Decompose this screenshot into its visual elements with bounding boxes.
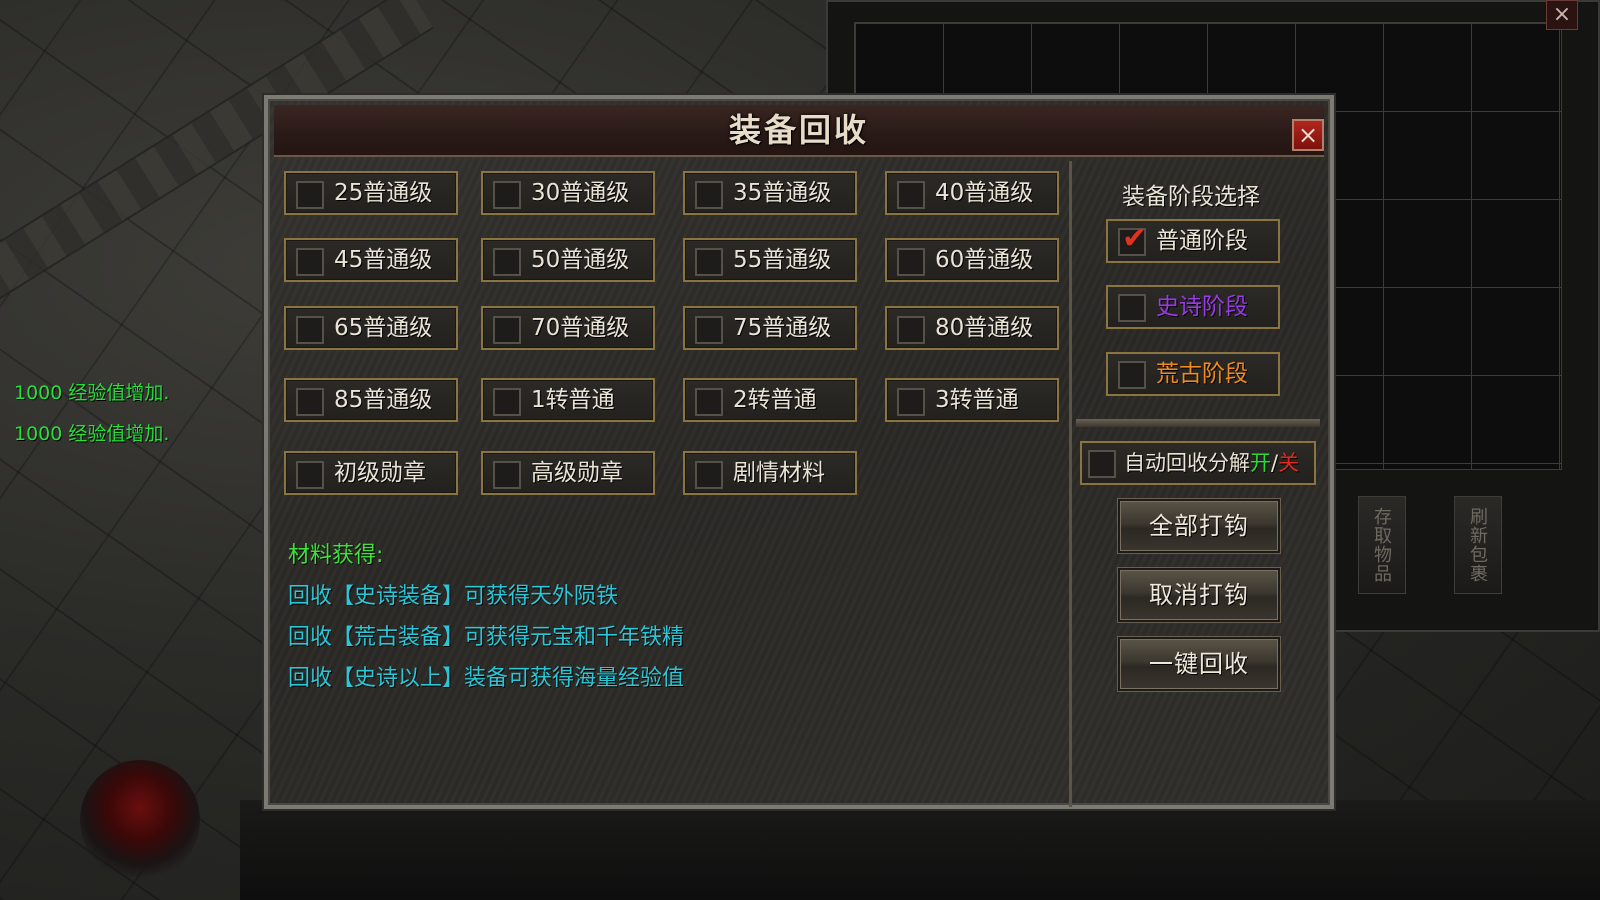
option-label: 75普通级 bbox=[733, 315, 832, 341]
stage-label: 普通阶段 bbox=[1156, 228, 1248, 254]
option-30-normal[interactable]: 30普通级 bbox=[481, 171, 655, 215]
option-label: 65普通级 bbox=[334, 315, 433, 341]
brazier-decoration bbox=[80, 760, 200, 880]
option-25-normal[interactable]: 25普通级 bbox=[284, 171, 458, 215]
auto-recycle-toggle[interactable]: 自动回收分解开/关 bbox=[1080, 441, 1316, 485]
checkbox[interactable] bbox=[296, 181, 324, 209]
info-line: 回收【荒古装备】可获得元宝和千年铁精 bbox=[288, 625, 685, 650]
dialog-title: 装备回收 bbox=[728, 111, 869, 149]
exp-gain-message: 1000 经验值增加. bbox=[14, 423, 170, 445]
option-label: 35普通级 bbox=[733, 180, 832, 206]
equipment-recycle-dialog: 装备回收 × 25普通级 30普通级 35普通级 40普通级 45普通级 50普… bbox=[262, 93, 1336, 811]
checkbox[interactable] bbox=[897, 181, 925, 209]
option-45-normal[interactable]: 45普通级 bbox=[284, 238, 458, 282]
checkbox[interactable] bbox=[493, 388, 521, 416]
option-label: 40普通级 bbox=[935, 180, 1034, 206]
option-2-rebirth[interactable]: 2转普通 bbox=[683, 378, 857, 422]
close-icon[interactable]: × bbox=[1292, 119, 1324, 151]
option-label: 50普通级 bbox=[531, 247, 630, 273]
checkbox[interactable] bbox=[296, 316, 324, 344]
stage-label: 荒古阶段 bbox=[1156, 361, 1248, 387]
checkbox[interactable] bbox=[695, 461, 723, 489]
checkbox[interactable] bbox=[1118, 294, 1146, 322]
checkbox[interactable] bbox=[1088, 450, 1116, 478]
refresh-bag-button[interactable]: 刷新包裹 bbox=[1454, 496, 1502, 594]
info-line: 回收【史诗装备】可获得天外陨铁 bbox=[288, 584, 619, 609]
option-label: 剧情材料 bbox=[733, 460, 825, 486]
dialog-title-bar: 装备回收 × bbox=[274, 105, 1324, 157]
option-label: 25普通级 bbox=[334, 180, 433, 206]
checkbox[interactable] bbox=[897, 388, 925, 416]
checkbox[interactable] bbox=[493, 461, 521, 489]
option-label: 85普通级 bbox=[334, 387, 433, 413]
option-50-normal[interactable]: 50普通级 bbox=[481, 238, 655, 282]
option-label: 30普通级 bbox=[531, 180, 630, 206]
checkbox[interactable] bbox=[1118, 361, 1146, 389]
option-70-normal[interactable]: 70普通级 bbox=[481, 306, 655, 350]
option-label: 2转普通 bbox=[733, 387, 817, 413]
option-3-rebirth[interactable]: 3转普通 bbox=[885, 378, 1059, 422]
check-all-button[interactable]: 全部打钩 bbox=[1118, 499, 1280, 553]
checkbox[interactable] bbox=[897, 248, 925, 276]
option-label: 初级勋章 bbox=[334, 460, 426, 486]
stage-ancient[interactable]: 荒古阶段 bbox=[1106, 352, 1280, 396]
option-80-normal[interactable]: 80普通级 bbox=[885, 306, 1059, 350]
auto-recycle-text: 自动回收分解 bbox=[1124, 451, 1250, 475]
option-65-normal[interactable]: 65普通级 bbox=[284, 306, 458, 350]
option-55-normal[interactable]: 55普通级 bbox=[683, 238, 857, 282]
checkbox[interactable] bbox=[296, 388, 324, 416]
recycle-options-panel: 25普通级 30普通级 35普通级 40普通级 45普通级 50普通级 55普通… bbox=[274, 161, 1072, 807]
materials-heading: 材料获得: bbox=[288, 543, 384, 568]
option-senior-medal[interactable]: 高级勋章 bbox=[481, 451, 655, 495]
off-text: 关 bbox=[1278, 451, 1300, 475]
option-60-normal[interactable]: 60普通级 bbox=[885, 238, 1059, 282]
checkbox[interactable] bbox=[695, 181, 723, 209]
one-click-recycle-button[interactable]: 一键回收 bbox=[1118, 637, 1280, 691]
stage-label: 史诗阶段 bbox=[1156, 294, 1248, 320]
option-label: 高级勋章 bbox=[531, 460, 623, 486]
checkbox[interactable] bbox=[493, 181, 521, 209]
option-label: 1转普通 bbox=[531, 387, 615, 413]
checkbox[interactable] bbox=[695, 316, 723, 344]
checkbox[interactable] bbox=[493, 316, 521, 344]
option-label: 3转普通 bbox=[935, 387, 1019, 413]
uncheck-all-button[interactable]: 取消打钩 bbox=[1118, 568, 1280, 622]
stage-select-panel: 装备阶段选择 ✔ 普通阶段 史诗阶段 荒古阶段 自动回收分解开/关 全部打钩 取… bbox=[1076, 161, 1328, 807]
checkbox[interactable] bbox=[695, 388, 723, 416]
option-label: 45普通级 bbox=[334, 247, 433, 273]
option-75-normal[interactable]: 75普通级 bbox=[683, 306, 857, 350]
stage-normal[interactable]: ✔ 普通阶段 bbox=[1106, 219, 1280, 263]
checkbox[interactable]: ✔ bbox=[1118, 224, 1147, 256]
checkmark-icon: ✔ bbox=[1122, 221, 1148, 256]
option-story-material[interactable]: 剧情材料 bbox=[683, 451, 857, 495]
on-text: 开 bbox=[1250, 451, 1271, 475]
panel-divider bbox=[1076, 419, 1320, 427]
bottom-shadow bbox=[240, 800, 1600, 900]
info-line: 回收【史诗以上】装备可获得海量经验值 bbox=[288, 666, 685, 691]
checkbox[interactable] bbox=[897, 316, 925, 344]
store-items-button[interactable]: 存取物品 bbox=[1358, 496, 1406, 594]
option-label: 80普通级 bbox=[935, 315, 1034, 341]
inventory-close-icon[interactable]: × bbox=[1546, 0, 1578, 30]
stage-epic[interactable]: 史诗阶段 bbox=[1106, 285, 1280, 329]
exp-gain-message: 1000 经验值增加. bbox=[14, 382, 170, 404]
checkbox[interactable] bbox=[695, 248, 723, 276]
checkbox[interactable] bbox=[296, 461, 324, 489]
option-40-normal[interactable]: 40普通级 bbox=[885, 171, 1059, 215]
option-label: 60普通级 bbox=[935, 247, 1034, 273]
auto-recycle-label: 自动回收分解开/关 bbox=[1124, 443, 1299, 483]
option-1-rebirth[interactable]: 1转普通 bbox=[481, 378, 655, 422]
stage-select-title: 装备阶段选择 bbox=[1122, 184, 1260, 210]
option-label: 55普通级 bbox=[733, 247, 832, 273]
checkbox[interactable] bbox=[493, 248, 521, 276]
option-label: 70普通级 bbox=[531, 315, 630, 341]
checkbox[interactable] bbox=[296, 248, 324, 276]
option-junior-medal[interactable]: 初级勋章 bbox=[284, 451, 458, 495]
option-35-normal[interactable]: 35普通级 bbox=[683, 171, 857, 215]
option-85-normal[interactable]: 85普通级 bbox=[284, 378, 458, 422]
